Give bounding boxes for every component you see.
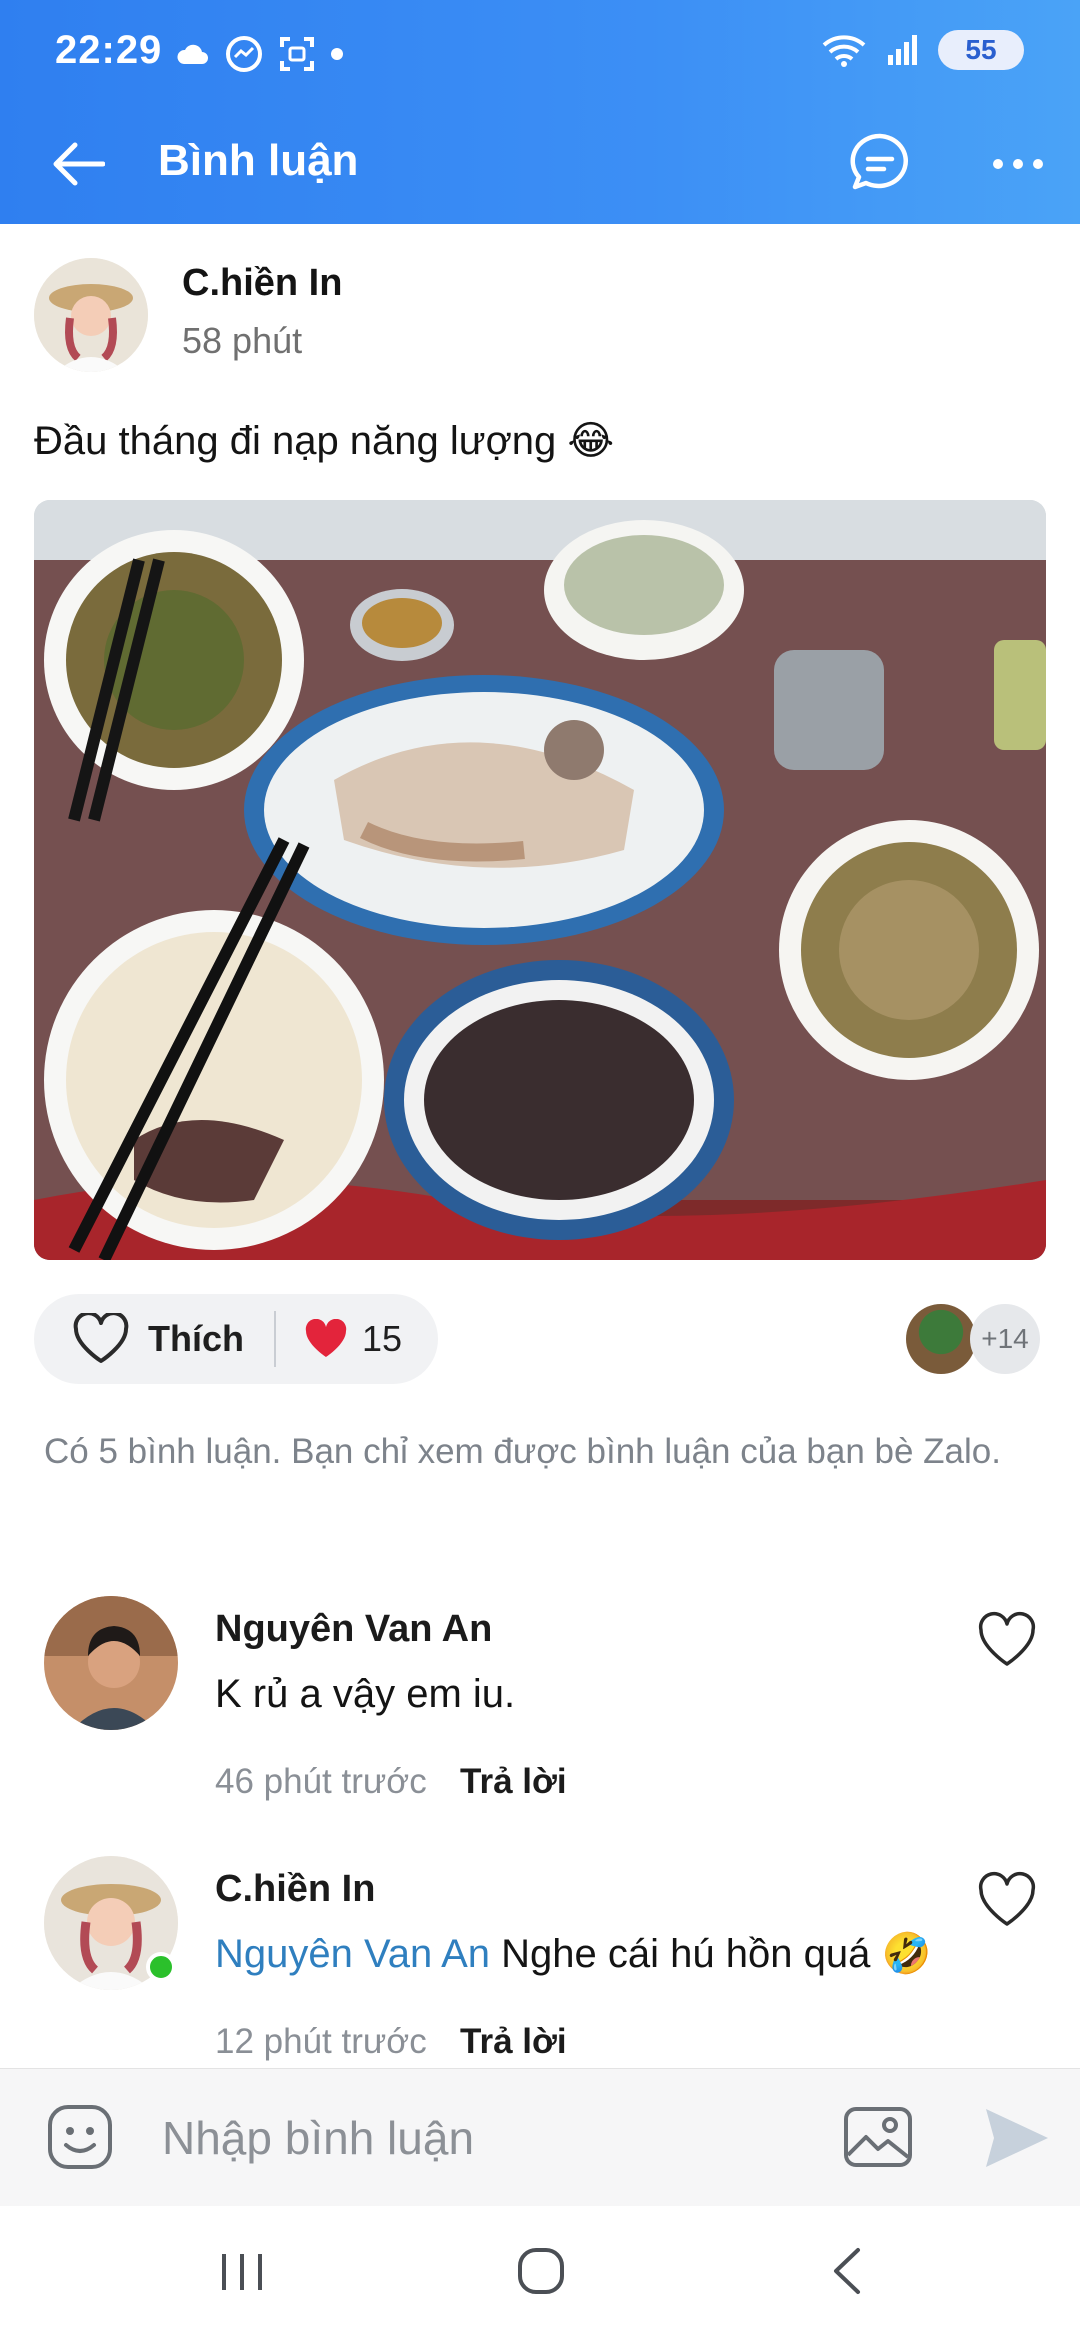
screenshot-icon	[280, 37, 314, 71]
back-arrow-icon	[53, 142, 105, 186]
chat-bubble-icon	[850, 133, 909, 190]
comment-like-heart-icon[interactable]	[976, 1870, 1038, 1932]
comment-like-heart-icon[interactable]	[976, 1610, 1038, 1672]
like-button[interactable]: Thích	[34, 1294, 244, 1384]
comment-author[interactable]: Nguyên Van An	[215, 1608, 492, 1651]
status-icons-left	[176, 34, 344, 74]
app-bar: Bình luận	[0, 112, 1080, 224]
back-nav-icon[interactable]	[828, 2246, 868, 2296]
comment-text: K rủ a vậy em iu.	[215, 1672, 516, 1716]
post-author-avatar[interactable]	[34, 258, 148, 372]
page-title: Bình luận	[158, 136, 359, 185]
comment-input-bar: Nhập bình luận	[0, 2068, 1080, 2207]
comment-time: 46 phút trước	[215, 1762, 427, 1801]
reactor-avatars[interactable]: +14	[906, 1304, 1042, 1374]
like-label: Thích	[148, 1318, 244, 1359]
comment-mention[interactable]: Nguyên Van An	[215, 1932, 490, 1976]
post-photo[interactable]	[34, 500, 1046, 1260]
status-bar: 22:29 55	[0, 0, 1080, 112]
reaction-divider	[274, 1311, 276, 1367]
emoji-icon[interactable]	[46, 2103, 114, 2171]
comment-text-body: Nghe cái hú hồn quá 🤣	[490, 1932, 932, 1976]
signal-icon	[888, 35, 917, 65]
avatar-image	[44, 1596, 178, 1730]
reply-button[interactable]: Trả lời	[460, 2022, 567, 2062]
home-icon[interactable]	[516, 2246, 566, 2296]
image-icon[interactable]	[842, 2103, 914, 2171]
messenger-icon	[226, 36, 262, 72]
heart-count-button[interactable]: 15	[304, 1318, 402, 1360]
reactor-avatar	[906, 1304, 976, 1374]
comment-avatar[interactable]	[44, 1596, 178, 1730]
battery-indicator: 55	[938, 30, 1024, 70]
back-button[interactable]	[46, 132, 110, 196]
wifi-icon	[822, 35, 866, 67]
food-photo	[34, 500, 1046, 1260]
more-dots-icon	[993, 159, 1043, 169]
send-icon[interactable]	[982, 2105, 1050, 2171]
reply-button[interactable]: Trả lời	[460, 1762, 567, 1802]
status-icons-right: 55	[820, 30, 1024, 70]
online-status-dot	[146, 1952, 176, 1982]
status-time: 22:29	[55, 28, 163, 72]
cloud-icon	[177, 44, 208, 64]
comment-text: Nguyên Van An Nghe cái hú hồn quá 🤣	[215, 1930, 931, 1977]
post-time: 58 phút	[182, 320, 303, 361]
comment-author[interactable]: C.hiền In	[215, 1868, 375, 1911]
red-heart-icon	[305, 1319, 347, 1357]
dot-icon	[331, 48, 343, 60]
avatar-image	[34, 258, 148, 372]
comment-time: 12 phút trước	[215, 2022, 427, 2061]
chat-button[interactable]	[846, 130, 914, 198]
heart-outline-icon	[73, 1313, 129, 1363]
post-author-name[interactable]: C.hiền In	[182, 262, 342, 305]
heart-count: 15	[362, 1318, 403, 1359]
post-text: Đầu tháng đi nạp năng lượng 😂	[34, 419, 615, 463]
comment-input[interactable]: Nhập bình luận	[162, 2111, 474, 2165]
reactor-more-count: +14	[970, 1304, 1040, 1374]
comments-info-text: Có 5 bình luận. Bạn chỉ xem được bình lu…	[44, 1432, 1001, 1471]
recents-icon[interactable]	[218, 2250, 266, 2294]
system-nav-bar	[0, 2206, 1080, 2340]
top-header: 22:29 55 Bình luận	[0, 0, 1080, 224]
reaction-bar: Thích 15	[34, 1294, 438, 1384]
more-button[interactable]	[984, 130, 1052, 198]
